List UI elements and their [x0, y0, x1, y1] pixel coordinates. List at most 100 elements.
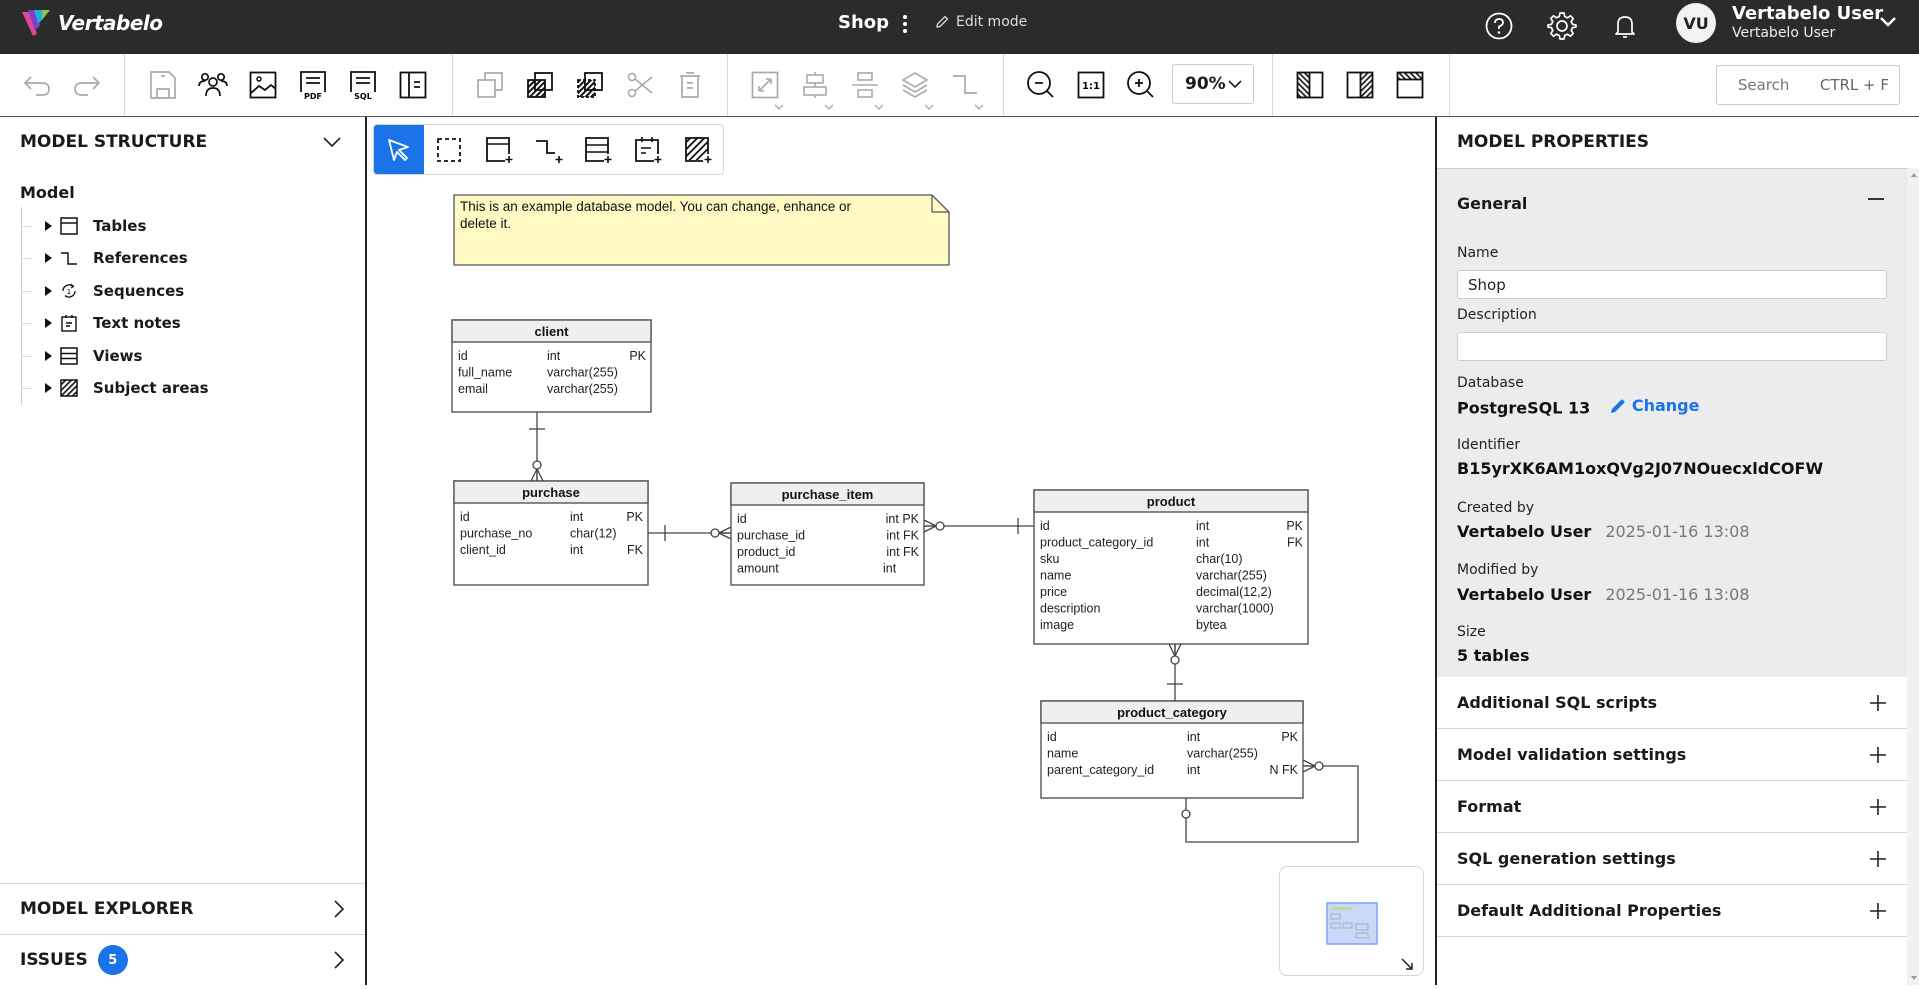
user-menu-chevron-icon[interactable]: [1878, 14, 1898, 33]
tree-item-references[interactable]: References: [21, 244, 188, 272]
zoom-level-select[interactable]: 90%: [1172, 64, 1254, 104]
tree-item-sequences[interactable]: 1 Sequences: [21, 277, 184, 305]
description-input[interactable]: [1457, 332, 1887, 361]
document-title[interactable]: Shop: [838, 12, 889, 33]
left-panel-toggle-button[interactable]: [1291, 66, 1329, 104]
layers-button[interactable]: [896, 66, 934, 110]
section-default-additional-properties[interactable]: Default Additional Properties: [1437, 885, 1907, 937]
tree-item-views[interactable]: Views: [21, 342, 142, 370]
cut-button[interactable]: [621, 66, 659, 104]
paste-button[interactable]: [521, 66, 559, 104]
undo-button[interactable]: [18, 66, 56, 104]
minimap-viewport[interactable]: [1326, 902, 1378, 945]
notifications-bell-icon[interactable]: [1608, 9, 1642, 43]
document-menu-icon[interactable]: [898, 12, 912, 36]
tree-item-label: References: [93, 249, 188, 267]
right-panel-toggle-button[interactable]: [1341, 66, 1379, 104]
table-product[interactable]: product id int PK product_category_id int FK sk…: [1033, 489, 1309, 645]
add-view-tool-button[interactable]: [573, 125, 623, 174]
table-purchase[interactable]: purchase id int PK purchase_no char(12) client…: [453, 480, 649, 586]
created-at-value: 2025-01-16 13:08: [1605, 522, 1750, 541]
general-section-title[interactable]: General: [1457, 194, 1527, 213]
reference-purchase-purchase-item[interactable]: [648, 525, 732, 541]
actual-size-button[interactable]: 1:1: [1072, 66, 1110, 104]
expand-arrow-icon[interactable]: [45, 253, 52, 263]
reference-product-product-category[interactable]: [1167, 643, 1183, 701]
section-additional-sql-scripts[interactable]: Additional SQL scripts: [1437, 677, 1907, 729]
diagram-canvas[interactable]: This is an example database model. You c…: [367, 117, 1435, 985]
expand-arrow-icon[interactable]: [45, 221, 52, 231]
section-format[interactable]: Format: [1437, 781, 1907, 833]
tree-root-model[interactable]: Model: [20, 183, 75, 202]
caret-down-icon: [774, 104, 784, 110]
toggle-panel-button[interactable]: [394, 66, 432, 104]
logo[interactable]: Vertabelo: [20, 8, 163, 38]
properties-scrollbar[interactable]: [1907, 168, 1919, 985]
column-key: N FK: [1270, 763, 1299, 777]
paste-special-button[interactable]: [571, 66, 609, 104]
expand-arrow-icon[interactable]: [45, 286, 52, 296]
distribute-button[interactable]: [846, 66, 884, 110]
add-table-tool-button[interactable]: [474, 125, 524, 174]
column-type: int: [570, 510, 584, 524]
reference-purchase-item-product[interactable]: [923, 518, 1034, 534]
user-avatar[interactable]: VU: [1676, 3, 1716, 43]
line-style-button[interactable]: [946, 66, 984, 110]
svg-text:1:1: 1:1: [1082, 81, 1100, 92]
model-explorer-section[interactable]: MODEL EXPLORER: [0, 883, 365, 934]
expand-arrow-icon[interactable]: [45, 383, 52, 393]
zoom-in-button[interactable]: [1122, 66, 1160, 104]
select-tool-button[interactable]: [374, 125, 424, 174]
text-note[interactable]: This is an example database model. You c…: [453, 194, 950, 266]
section-sql-generation-settings[interactable]: SQL generation settings: [1437, 833, 1907, 885]
settings-gear-icon[interactable]: [1545, 9, 1579, 43]
expand-arrow-icon[interactable]: [45, 318, 52, 328]
add-subject-area-tool-button[interactable]: [673, 125, 723, 174]
save-button[interactable]: [144, 66, 182, 104]
caret-down-icon: [924, 104, 934, 110]
issues-section[interactable]: ISSUES 5: [0, 934, 365, 985]
paste-special-icon: [577, 72, 603, 98]
table-purchase-item[interactable]: purchase_itemid int PKpurchase_id int FKpr…: [730, 482, 925, 586]
section-model-validation-settings[interactable]: Model validation settings: [1437, 729, 1907, 781]
zoom-out-button[interactable]: [1022, 66, 1060, 104]
help-icon[interactable]: [1482, 9, 1516, 43]
tree-item-tables[interactable]: Tables: [21, 212, 146, 240]
minimap[interactable]: [1279, 866, 1424, 976]
distribute-icon: [852, 72, 878, 98]
user-name[interactable]: Vertabelo User: [1732, 3, 1883, 24]
align-horizontal-button[interactable]: [796, 66, 834, 110]
identifier-label: Identifier: [1457, 437, 1521, 453]
name-input[interactable]: [1457, 270, 1887, 299]
copy-button[interactable]: [471, 66, 509, 104]
search-input[interactable]: [1737, 76, 1810, 94]
reference-client-purchase[interactable]: [529, 412, 545, 482]
marquee-select-tool-button[interactable]: [424, 125, 474, 174]
collapse-minus-icon[interactable]: [1867, 190, 1885, 212]
subject-area-icon: [59, 378, 79, 398]
table-name: purchase_item: [782, 487, 874, 502]
edit-mode-button[interactable]: Edit mode: [934, 14, 1027, 30]
share-button[interactable]: [194, 66, 232, 104]
paste-icon: [527, 72, 553, 98]
table-client[interactable]: client id int PK full_name varchar(255) email v…: [451, 319, 652, 413]
add-reference-tool-button[interactable]: [524, 125, 574, 174]
delete-button[interactable]: [671, 66, 709, 104]
tree-item-text-notes[interactable]: Text notes: [21, 309, 181, 337]
export-image-button[interactable]: [244, 66, 282, 104]
column-name: sku: [1040, 552, 1060, 566]
table-product-category[interactable]: product_categoryid int PK name varchar(255) p…: [1040, 700, 1304, 799]
search-box[interactable]: CTRL + F: [1716, 65, 1900, 105]
change-database-link[interactable]: Change: [1610, 396, 1699, 415]
resize-button[interactable]: [746, 66, 784, 110]
export-pdf-button[interactable]: PDF: [294, 66, 332, 104]
expand-arrow-icon[interactable]: [45, 351, 52, 361]
collapse-chevron-icon[interactable]: [322, 133, 342, 152]
redo-button[interactable]: [68, 66, 106, 104]
tree-item-subject-areas[interactable]: Subject areas: [21, 374, 209, 402]
expand-minimap-icon[interactable]: [1401, 958, 1413, 970]
toolbar-toggle-button[interactable]: [1391, 66, 1429, 104]
export-sql-button[interactable]: SQL: [344, 66, 382, 104]
add-text-note-tool-button[interactable]: [623, 125, 673, 174]
column-name: parent_category_id: [1047, 763, 1154, 777]
